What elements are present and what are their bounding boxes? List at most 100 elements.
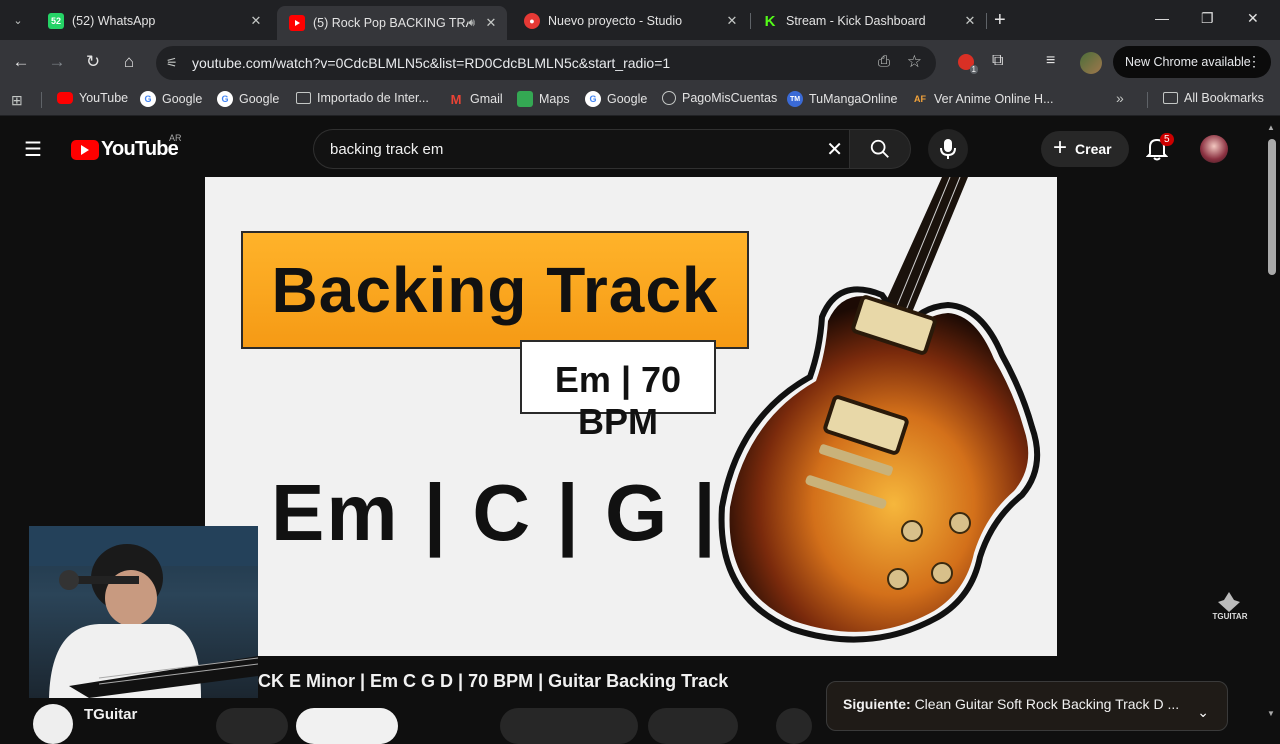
- more-actions-button[interactable]: [776, 708, 812, 744]
- tab-search-chevron-icon[interactable]: ⌄: [6, 8, 30, 32]
- hamburger-menu-icon[interactable]: ☰: [24, 137, 42, 162]
- search-button[interactable]: [849, 129, 911, 169]
- create-button[interactable]: + Crear: [1041, 131, 1129, 167]
- bookmark-gmail[interactable]: M Gmail: [448, 91, 503, 107]
- youtube-icon: [289, 15, 305, 31]
- chrome-update-button[interactable]: New Chrome available ⋮: [1113, 46, 1271, 78]
- youtube-header: ☰ YouTube AR backing track em ✕ + Crear …: [0, 121, 1264, 177]
- url-text[interactable]: youtube.com/watch?v=0CdcBLMLN5c&list=RD0…: [192, 55, 670, 71]
- animeflv-icon: AF: [914, 94, 926, 104]
- bookmark-maps[interactable]: Maps: [517, 91, 570, 107]
- search-box[interactable]: backing track em ✕: [313, 129, 849, 169]
- bookmark-google[interactable]: G Google: [217, 91, 279, 107]
- voice-search-button[interactable]: [928, 129, 968, 169]
- webcam-overlay: [29, 526, 258, 698]
- tab-title: Stream - Kick Dashboard: [786, 14, 926, 28]
- next-video-title: Clean Guitar Soft Rock Backing Track D .…: [914, 696, 1180, 712]
- media-queue-icon[interactable]: ≡: [1046, 52, 1055, 70]
- minimize-icon[interactable]: —: [1155, 10, 1169, 26]
- bookmark-imported-folder[interactable]: Importado de Inter...: [296, 91, 429, 105]
- electric-guitar-illustration: [718, 177, 1041, 643]
- bookmark-divider: [41, 92, 42, 108]
- reload-icon[interactable]: ↻: [83, 52, 103, 72]
- home-icon[interactable]: ⌂: [119, 52, 139, 72]
- close-tab-icon[interactable]: ✕: [248, 13, 264, 29]
- channel-name[interactable]: TGuitar: [84, 706, 137, 723]
- tab-studio[interactable]: ● Nuevo proyecto - Studio ✕: [512, 6, 748, 36]
- bookmark-pagomiscuentas[interactable]: PagoMisCuentas: [662, 91, 777, 105]
- bookmark-tumangaonline[interactable]: TM TuMangaOnline: [787, 91, 897, 107]
- new-tab-plus-icon[interactable]: +: [994, 9, 1006, 32]
- install-app-icon[interactable]: ⎙: [878, 53, 890, 70]
- restore-icon[interactable]: ❐: [1201, 10, 1214, 27]
- page-scrollbar[interactable]: ▲ ▼: [1264, 121, 1280, 720]
- country-code: AR: [169, 133, 182, 143]
- address-bar[interactable]: ⚟ youtube.com/watch?v=0CdcBLMLN5c&list=R…: [156, 46, 936, 80]
- close-window-icon[interactable]: ✕: [1247, 10, 1259, 27]
- extensions-puzzle-icon[interactable]: ⧉: [992, 52, 1003, 70]
- channel-avatar[interactable]: [33, 704, 73, 744]
- microphone-icon: [940, 139, 956, 159]
- google-icon: G: [140, 91, 156, 107]
- plus-icon: +: [1053, 133, 1068, 161]
- subscribe-button[interactable]: [296, 708, 398, 744]
- close-tab-icon[interactable]: ✕: [483, 15, 499, 31]
- all-bookmarks[interactable]: All Bookmarks: [1163, 91, 1264, 105]
- tab-title: (5) Rock Pop BACKING TRAC: [313, 16, 469, 30]
- scroll-down-arrow-icon[interactable]: ▼: [1267, 709, 1275, 718]
- extension-red-icon[interactable]: 1: [958, 54, 978, 74]
- tumanga-icon: TM: [787, 91, 803, 107]
- bookmark-google[interactable]: G Google: [585, 91, 647, 107]
- account-avatar[interactable]: [1200, 135, 1228, 163]
- tab-whatsapp[interactable]: 52 (52) WhatsApp ✕: [36, 6, 272, 36]
- google-icon: G: [217, 91, 233, 107]
- more-bookmarks-chevron-icon[interactable]: »: [1116, 90, 1124, 106]
- bookmarks-bar: ⊞ YouTube G Google G Google Importado de…: [0, 84, 1280, 116]
- tab-kick[interactable]: K Stream - Kick Dashboard ✕: [750, 6, 986, 36]
- tab-divider: [986, 13, 987, 29]
- globe-icon: [662, 91, 676, 105]
- update-label: New Chrome available: [1125, 55, 1251, 69]
- speaker-icon[interactable]: 🔊︎: [468, 17, 475, 30]
- bpm-text: Em | 70 BPM: [554, 359, 682, 442]
- scrollbar-thumb[interactable]: [1268, 139, 1276, 275]
- studio-icon: ●: [524, 13, 540, 29]
- back-arrow-icon[interactable]: ←: [11, 52, 31, 72]
- scroll-up-arrow-icon[interactable]: ▲: [1267, 123, 1275, 132]
- notifications-button[interactable]: 5: [1145, 133, 1174, 166]
- video-player[interactable]: Backing Track Em | 70 BPM Em | C | G | D: [205, 177, 1057, 656]
- youtube-logo[interactable]: YouTube AR: [71, 133, 182, 161]
- tab-title: Nuevo proyecto - Studio: [548, 14, 683, 28]
- site-info-icon[interactable]: ⚟: [166, 55, 178, 71]
- bookmark-anime[interactable]: AF Ver Anime Online H...: [912, 91, 1054, 107]
- maps-icon: [517, 91, 533, 107]
- chevron-down-icon[interactable]: ⌄: [1197, 704, 1209, 721]
- join-button[interactable]: [216, 708, 288, 744]
- tab-title: (52) WhatsApp: [72, 14, 156, 28]
- search-input[interactable]: backing track em: [330, 141, 443, 158]
- apps-grid-icon[interactable]: ⊞: [11, 92, 23, 109]
- clear-search-icon[interactable]: ✕: [826, 137, 843, 162]
- bookmark-youtube[interactable]: YouTube: [57, 91, 128, 105]
- bookmark-divider: [1147, 92, 1148, 108]
- forward-arrow-icon[interactable]: →: [47, 52, 67, 72]
- more-menu-icon[interactable]: ⋮: [1247, 53, 1261, 70]
- bookmark-star-icon[interactable]: ☆: [907, 52, 922, 72]
- up-next-panel[interactable]: Siguiente: Clean Guitar Soft Rock Backin…: [826, 681, 1228, 731]
- tguitar-watermark: TGUITAR: [1210, 590, 1248, 630]
- video-title: CK E Minor | Em C G D | 70 BPM | Guitar …: [258, 671, 729, 691]
- youtube-icon: [57, 92, 73, 104]
- profile-avatar[interactable]: [1080, 52, 1102, 74]
- youtube-play-icon: [71, 139, 99, 160]
- folder-icon: [1163, 92, 1178, 104]
- browser-toolbar: ← → ↻ ⌂ ⚟ youtube.com/watch?v=0CdcBLMLN5…: [0, 40, 1280, 84]
- share-button[interactable]: [648, 708, 738, 744]
- folder-icon: [296, 92, 311, 104]
- close-tab-icon[interactable]: ✕: [724, 13, 740, 29]
- like-dislike-button[interactable]: [500, 708, 638, 744]
- close-tab-icon[interactable]: ✕: [962, 13, 978, 29]
- bookmark-google[interactable]: G Google: [140, 91, 202, 107]
- search-icon: [870, 139, 889, 158]
- watermark-text: TGUITAR: [1212, 612, 1248, 621]
- tab-youtube-active[interactable]: (5) Rock Pop BACKING TRAC 🔊︎ ✕: [277, 6, 507, 40]
